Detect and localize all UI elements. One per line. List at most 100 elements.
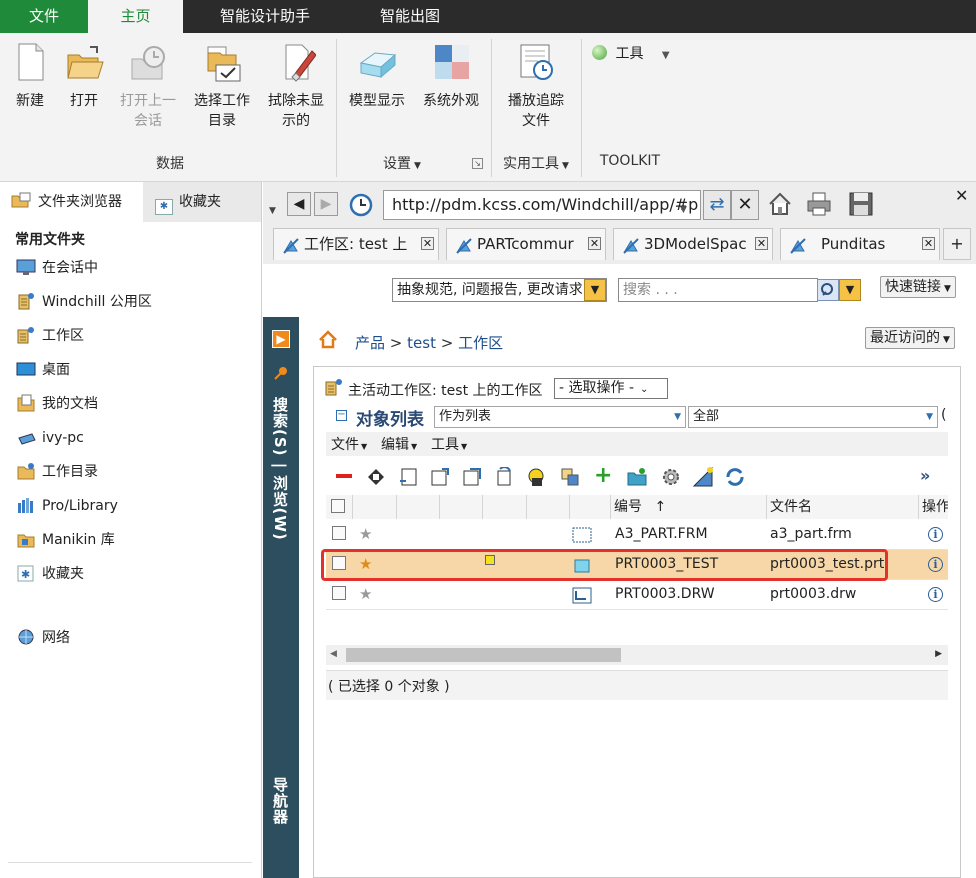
navigator-search-browse[interactable]: 搜索(S) | 浏览(W) — [271, 397, 291, 541]
search-input[interactable]: 搜索 . . . — [618, 278, 818, 302]
chevron-down-icon[interactable]: ▼ — [269, 206, 276, 216]
group-settings[interactable]: 设置 ▼ — [372, 153, 432, 173]
measure-icon[interactable] — [692, 466, 714, 492]
lock-icon[interactable] — [526, 466, 548, 492]
folder-item-favorites[interactable]: ✱ 收藏夹 — [16, 562, 84, 586]
folder-item-ivy-pc[interactable]: ivy-pc — [16, 426, 84, 450]
search-icon[interactable] — [817, 279, 839, 301]
folder-item-my-documents[interactable]: 我的文档 — [16, 392, 98, 416]
menu-edit[interactable]: 编辑 ▼ — [381, 434, 417, 454]
back-button[interactable]: ◀ — [287, 192, 311, 216]
info-icon[interactable]: i — [928, 557, 943, 572]
folder-item-windchill-common[interactable]: Windchill 公用区 — [16, 290, 152, 314]
refresh-button[interactable]: ⇄ — [703, 190, 731, 220]
header-number[interactable]: 编号 ↑ — [611, 495, 767, 519]
folder-item-workspace[interactable]: 工作区 — [16, 324, 84, 348]
expand-navigator-icon[interactable]: ▶ — [272, 330, 290, 348]
tab-favorites[interactable]: ✱ 收藏夹 — [143, 182, 261, 222]
check-in-icon[interactable] — [366, 467, 386, 491]
url-dropdown-icon[interactable]: ▼ — [680, 205, 687, 215]
breadcrumb-products[interactable]: 产品 — [355, 334, 385, 352]
recently-visited-button[interactable]: 最近访问的 ▼ — [865, 327, 955, 349]
remove-icon[interactable] — [336, 474, 352, 478]
filter-select[interactable]: 全部 ▼ — [688, 406, 938, 428]
menu-tools[interactable]: 工具 ▼ — [431, 434, 467, 454]
favorite-star-icon[interactable]: ★ — [359, 580, 372, 608]
row-checkbox[interactable] — [332, 526, 346, 540]
add-folder-icon[interactable] — [626, 467, 648, 491]
print-icon[interactable] — [805, 190, 833, 222]
new-button[interactable]: 新建 — [8, 41, 52, 111]
close-tab-icon[interactable]: ✕ — [588, 237, 601, 250]
erase-not-displayed-button[interactable]: 拭除未显 示的 — [262, 41, 330, 131]
table-row[interactable]: ★ PRT0003.DRW prt0003.drw i — [326, 580, 948, 610]
scrollbar-thumb[interactable] — [346, 648, 621, 662]
settings-gear-icon[interactable] — [660, 466, 682, 492]
breadcrumb-workspace[interactable]: 工作区 — [458, 334, 503, 352]
header-actions[interactable]: 操作 — [919, 495, 948, 519]
horizontal-scrollbar[interactable]: ◀ ▶ — [326, 645, 948, 665]
synchronize-icon[interactable] — [494, 466, 514, 491]
close-tab-icon[interactable]: ✕ — [755, 237, 768, 250]
forward-button[interactable]: ▶ — [314, 192, 338, 216]
update-icon[interactable] — [462, 467, 482, 491]
close-panel-icon[interactable]: ✕ — [955, 186, 968, 205]
menu-tab-design-assistant[interactable]: 智能设计助手 — [190, 0, 340, 33]
folder-item-in-session[interactable]: 在会话中 — [16, 256, 98, 280]
navigator-label[interactable]: 导航器 — [271, 777, 291, 825]
folder-item-manikin[interactable]: Manikin 库 — [16, 528, 115, 552]
play-trail-file-button[interactable]: 播放追踪 文件 — [500, 41, 572, 131]
folder-item-network[interactable]: 网络 — [16, 626, 70, 650]
select-action-dropdown[interactable]: - 选取操作 - ⌄ — [554, 378, 668, 399]
select-working-dir-button[interactable]: 选择工作 目录 — [188, 41, 256, 131]
menu-tab-file[interactable]: 文件 — [0, 0, 88, 33]
home-icon[interactable] — [318, 330, 338, 354]
home-icon[interactable] — [766, 190, 794, 222]
refresh-icon[interactable] — [724, 467, 746, 491]
row-number[interactable]: A3_PART.FRM — [615, 520, 708, 548]
menu-tab-home[interactable]: 主页 — [88, 0, 183, 33]
close-tab-icon[interactable]: ✕ — [421, 237, 434, 250]
browser-tab-punditas[interactable]: Punditas ✕ — [780, 228, 940, 260]
info-icon[interactable]: i — [928, 587, 943, 602]
add-icon[interactable]: + — [594, 465, 612, 487]
browser-tab-partcommunity[interactable]: PARTcommur ✕ — [446, 228, 606, 260]
system-appearance-button[interactable]: 系统外观 — [418, 41, 484, 111]
dialog-launcher-icon[interactable]: ↘ — [472, 158, 483, 169]
row-number[interactable]: PRT0003.DRW — [615, 580, 715, 608]
folder-item-desktop[interactable]: 桌面 — [16, 358, 70, 382]
history-icon[interactable] — [348, 192, 374, 222]
url-input[interactable]: http://pdm.kcss.com/Windchill/app/#p — [383, 190, 701, 220]
pin-icon[interactable] — [273, 365, 289, 381]
group-utilities[interactable]: 实用工具 ▼ — [496, 153, 576, 173]
info-icon[interactable]: i — [928, 527, 943, 542]
open-button[interactable]: 打开 — [62, 41, 106, 111]
undo-checkout-icon[interactable] — [398, 467, 418, 491]
collapse-icon[interactable]: − — [336, 410, 347, 421]
chevron-down-icon[interactable]: ▼ — [584, 279, 606, 301]
header-filename[interactable]: 文件名 — [767, 495, 919, 519]
menu-file[interactable]: 文件 ▼ — [331, 434, 367, 454]
tools-dropdown[interactable]: 工具 ▼ — [592, 44, 670, 64]
close-tab-icon[interactable]: ✕ — [922, 237, 935, 250]
menu-tab-drawing[interactable]: 智能出图 — [350, 0, 470, 33]
more-actions-icon[interactable]: » — [920, 466, 930, 485]
stop-button[interactable]: ✕ — [731, 190, 759, 220]
browser-tab-workspace[interactable]: 工作区: test 上 ✕ — [273, 228, 439, 260]
tab-folder-browser[interactable]: 文件夹浏览器 — [0, 182, 143, 222]
checkout-icon[interactable] — [430, 467, 450, 491]
favorite-star-icon[interactable]: ★ — [359, 520, 372, 548]
chevron-down-icon[interactable]: ▼ — [839, 279, 861, 301]
folder-item-working-dir[interactable]: 工作目录 — [16, 460, 98, 484]
browser-tab-3dmodelspace[interactable]: 3DModelSpac ✕ — [613, 228, 773, 260]
search-scope-select[interactable]: 抽象规范, 问题报告, 更改请求 — [392, 278, 607, 302]
new-tab-button[interactable]: + — [943, 228, 971, 260]
breadcrumb-test[interactable]: test — [407, 334, 436, 352]
table-row[interactable]: ★ A3_PART.FRM a3_part.frm i — [326, 520, 948, 550]
scroll-right-icon[interactable]: ▶ — [935, 649, 942, 659]
scroll-left-icon[interactable]: ◀ — [330, 649, 337, 659]
view-as-select[interactable]: 作为列表 ▼ — [434, 406, 686, 428]
open-last-session-button[interactable]: 打开上一 会话 — [114, 41, 182, 131]
folder-item-pro-library[interactable]: Pro/Library — [16, 494, 118, 518]
set-state-icon[interactable] — [560, 467, 580, 491]
